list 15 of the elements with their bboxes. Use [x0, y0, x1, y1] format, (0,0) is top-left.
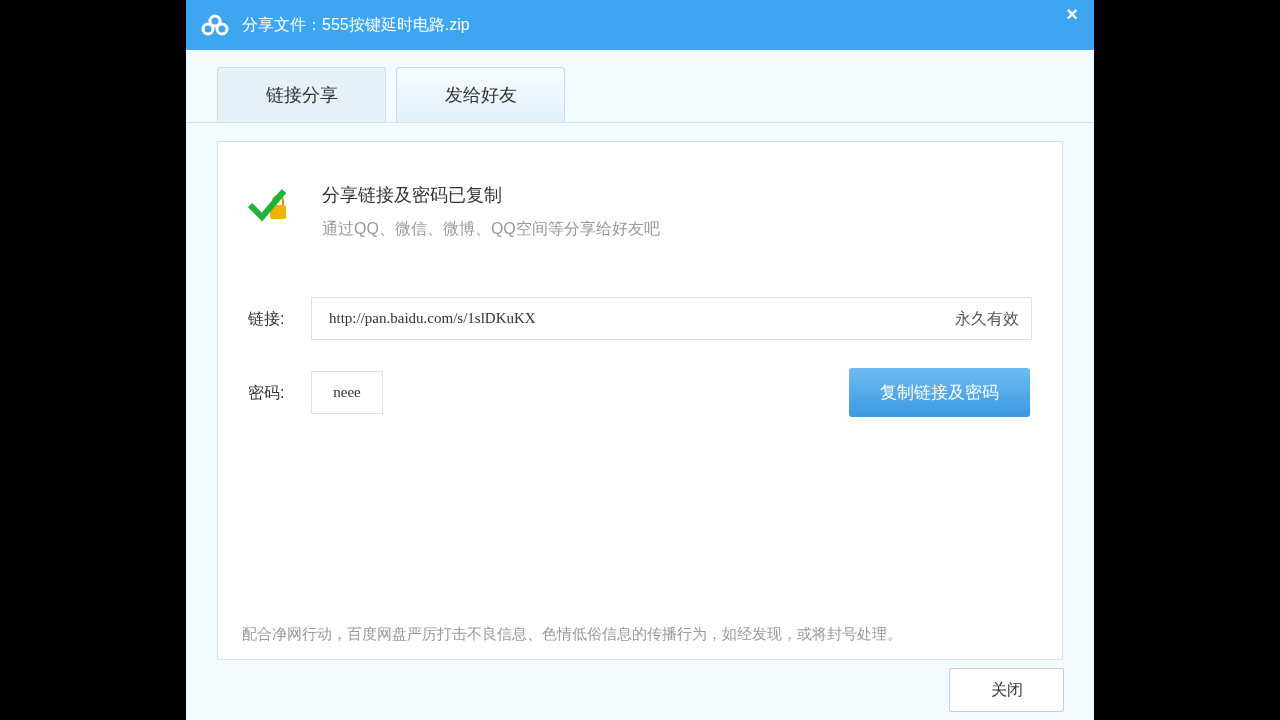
status-title: 分享链接及密码已复制: [322, 184, 503, 207]
tab[interactable]: 发给好友: [396, 67, 565, 122]
tab[interactable]: 链接分享: [217, 67, 386, 122]
window-title: 分享文件：555按键延时电路.zip: [242, 15, 470, 35]
status-subtitle: 通过QQ、微信、微博、QQ空间等分享给好友吧: [322, 219, 660, 239]
password-label: 密码:: [248, 382, 286, 403]
notice-text: 配合净网行动，百度网盘严厉打击不良信息、色情低俗信息的传播行为，如经发现，或将封号处理。: [242, 623, 903, 644]
link-url: http://pan.baidu.com/s/1slDKuKX: [329, 309, 536, 329]
password-value: neee: [333, 383, 361, 403]
link-field[interactable]: http://pan.baidu.com/s/1slDKuKX 永久有效: [311, 297, 1032, 340]
link-label: 链接:: [248, 308, 286, 329]
cloud-logo-icon: [200, 14, 230, 36]
password-field[interactable]: neee: [311, 371, 383, 414]
validity-text: 永久有效: [955, 308, 1019, 329]
close-dialog-button[interactable]: 关闭: [949, 668, 1064, 712]
